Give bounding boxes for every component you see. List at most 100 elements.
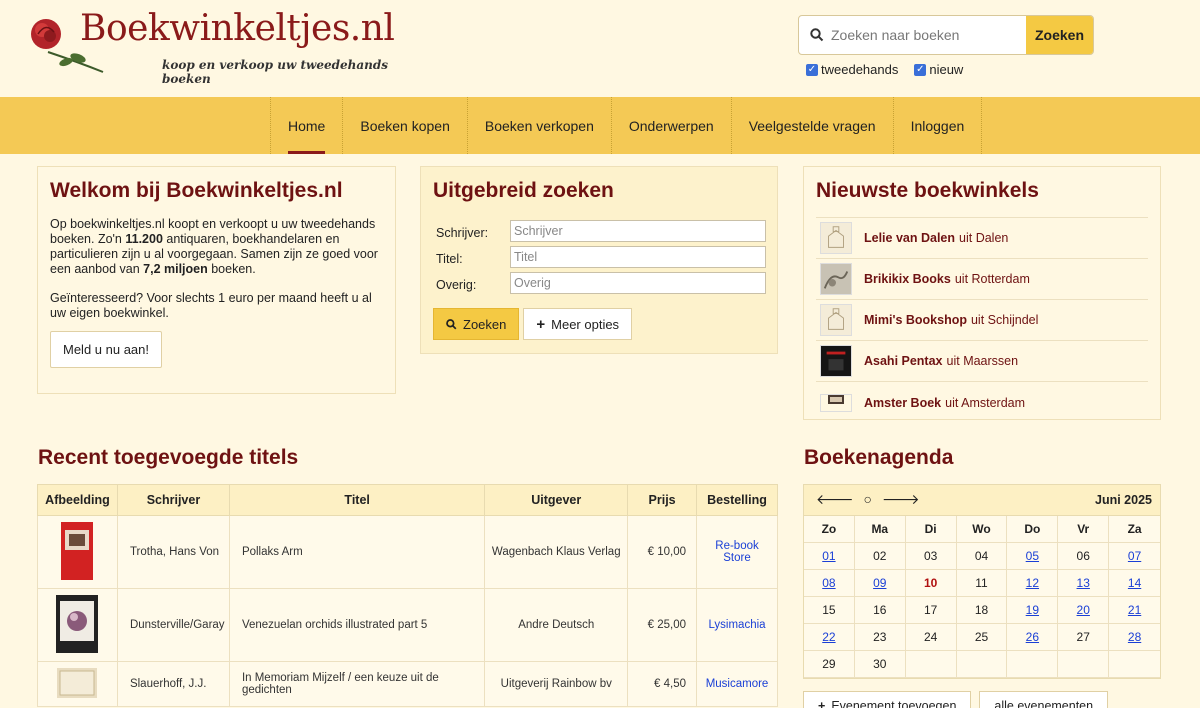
calendar-day: 06 <box>1058 543 1110 570</box>
calendar-day[interactable]: 28 <box>1109 624 1160 651</box>
shop-item[interactable]: Mimi's Bookshop uit Schijndel <box>816 300 1148 341</box>
nav-boeken-verkopen[interactable]: Boeken verkopen <box>468 97 612 154</box>
title-input[interactable] <box>510 246 766 268</box>
calendar-weekday: Vr <box>1058 516 1110 543</box>
shop-name[interactable]: Brikikix Books <box>864 272 951 286</box>
agenda-heading: Boekenagenda <box>804 446 954 469</box>
book-publisher: Uitgeverij Rainbow bv <box>484 661 629 707</box>
plus-icon: + <box>818 699 826 708</box>
other-input[interactable] <box>510 272 766 294</box>
shop-name[interactable]: Mimi's Bookshop <box>864 313 967 327</box>
book-cover[interactable] <box>56 594 99 653</box>
col-uitgever: Uitgever <box>484 484 629 516</box>
calendar-day: 17 <box>905 597 957 624</box>
calendar-month: Juni 2025 <box>1095 493 1152 507</box>
filter-tweedehands[interactable]: ✓ tweedehands <box>806 62 898 77</box>
shop-item[interactable]: Asahi Pentax uit Maarssen <box>816 341 1148 382</box>
calendar-day[interactable]: 09 <box>854 570 906 597</box>
calendar-day <box>956 651 1008 678</box>
shop-item[interactable]: Amster Boek uit Amsterdam <box>816 382 1148 423</box>
calendar-day[interactable]: 13 <box>1058 570 1110 597</box>
calendar-day: 23 <box>854 624 906 651</box>
calendar-day[interactable]: 01 <box>804 543 855 570</box>
calendar-day[interactable]: 21 <box>1109 597 1160 624</box>
shop-city: uit Maarssen <box>946 354 1019 368</box>
book-title[interactable]: Pollaks Arm <box>228 515 486 589</box>
book-cover[interactable] <box>61 521 94 580</box>
arrow-left-icon[interactable]: 🡐 <box>816 491 854 508</box>
book-count: 7,2 miljoen <box>143 262 208 276</box>
col-titel: Titel <box>228 484 486 516</box>
shop-city: uit Dalen <box>959 231 1009 245</box>
calendar-day <box>1058 651 1110 678</box>
shop-link[interactable]: Musicamore <box>706 678 769 690</box>
calendar-day[interactable]: 12 <box>1007 570 1059 597</box>
table-row: Dunsterville/Garay Venezuelan orchids il… <box>37 588 778 662</box>
all-events-button[interactable]: alle evenementen <box>979 691 1109 708</box>
search-box: Zoeken <box>798 15 1094 55</box>
nav-faq[interactable]: Veelgestelde vragen <box>732 97 894 154</box>
calendar-day[interactable]: 05 <box>1007 543 1059 570</box>
calendar-grid: Zo Ma Di Wo Do Vr Za 01 02 03 04 05 06 07 08 09 10 11 12 13… <box>804 516 1160 678</box>
shop-count: 11.200 <box>125 232 163 246</box>
author-input[interactable] <box>510 220 766 242</box>
more-options-button[interactable]: + Meer opties <box>523 308 633 340</box>
calendar-day: 29 <box>804 651 855 678</box>
add-event-button[interactable]: + Evenement toevoegen <box>803 691 972 708</box>
calendar-day: 04 <box>956 543 1008 570</box>
welcome-panel: Welkom bij Boekwinkeltjes.nl Op boekwink… <box>37 166 396 394</box>
shop-placeholder-icon <box>820 222 852 254</box>
shop-link[interactable]: Re-book Store <box>715 540 758 564</box>
checkbox-checked-icon[interactable]: ✓ <box>806 63 818 76</box>
col-prijs: Prijs <box>627 484 698 516</box>
shop-name[interactable]: Asahi Pentax <box>864 354 943 368</box>
table-row: Trotha, Hans Von Pollaks Arm Wagenbach K… <box>37 515 778 589</box>
checkbox-checked-icon[interactable]: ✓ <box>914 63 927 76</box>
book-title[interactable]: In Memoriam Mijzelf / een keuze uit de g… <box>228 661 486 707</box>
book-author: Trotha, Hans Von <box>116 515 230 589</box>
nav-inloggen[interactable]: Inloggen <box>894 97 983 154</box>
calendar-day: 15 <box>804 597 855 624</box>
welcome-offer: Geïnteresseerd? Voor slechts 1 euro per … <box>50 291 372 320</box>
recent-titles-table: Afbeelding Schrijver Titel Uitgever Prij… <box>37 484 778 707</box>
calendar-day[interactable]: 19 <box>1007 597 1059 624</box>
shop-photo <box>820 393 852 412</box>
calendar-day: 03 <box>905 543 957 570</box>
calendar-day[interactable]: 07 <box>1109 543 1160 570</box>
nav-onderwerpen[interactable]: Onderwerpen <box>612 97 732 154</box>
table-row: Slauerhoff, J.J. In Memoriam Mijzelf / e… <box>37 661 778 707</box>
book-price: € 4,50 <box>627 661 698 707</box>
book-title[interactable]: Venezuelan orchids illustrated part 5 <box>228 588 486 662</box>
calendar-header: 🡐 ○ 🡒 Juni 2025 <box>804 485 1160 516</box>
signup-button[interactable]: Meld u nu aan! <box>50 331 163 368</box>
calendar-day: 16 <box>854 597 906 624</box>
filter-nieuw[interactable]: ✓ nieuw <box>914 62 963 77</box>
book-cover[interactable] <box>57 667 98 698</box>
calendar-day[interactable]: 22 <box>804 624 855 651</box>
search-button[interactable]: Zoeken <box>1026 16 1093 54</box>
calendar-day[interactable]: 08 <box>804 570 855 597</box>
plus-icon: + <box>536 315 546 333</box>
shop-name[interactable]: Amster Boek <box>864 396 941 410</box>
shop-link[interactable]: Lysimachia <box>708 619 765 631</box>
shop-item[interactable]: Brikikix Books uit Rotterdam <box>816 259 1148 300</box>
search-input[interactable] <box>831 16 1027 54</box>
filter-nieuw-label: nieuw <box>929 62 964 77</box>
calendar-day[interactable]: 26 <box>1007 624 1059 651</box>
shop-item[interactable]: Lelie van Dalen uit Dalen <box>816 218 1148 259</box>
main-nav: Home Boeken kopen Boeken verkopen Onderw… <box>0 97 1200 154</box>
all-events-label: alle evenementen <box>994 699 1094 708</box>
arrow-right-icon[interactable]: 🡒 <box>882 491 920 508</box>
site-logo[interactable]: Boekwinkeltjes.nl koop en verkoop uw twe… <box>28 8 418 86</box>
book-publisher: Wagenbach Klaus Verlag <box>484 515 629 589</box>
shop-name[interactable]: Lelie van Dalen <box>864 231 955 245</box>
calendar-day[interactable]: 20 <box>1058 597 1110 624</box>
circle-icon[interactable]: ○ <box>864 491 872 508</box>
nav-boeken-kopen[interactable]: Boeken kopen <box>343 97 468 154</box>
advanced-search-button[interactable]: Zoeken <box>433 308 520 340</box>
nav-home[interactable]: Home <box>271 97 344 154</box>
book-publisher: Andre Deutsch <box>484 588 629 662</box>
calendar-day: 25 <box>956 624 1008 651</box>
book-price: € 25,00 <box>627 588 698 662</box>
calendar-day[interactable]: 14 <box>1109 570 1160 597</box>
